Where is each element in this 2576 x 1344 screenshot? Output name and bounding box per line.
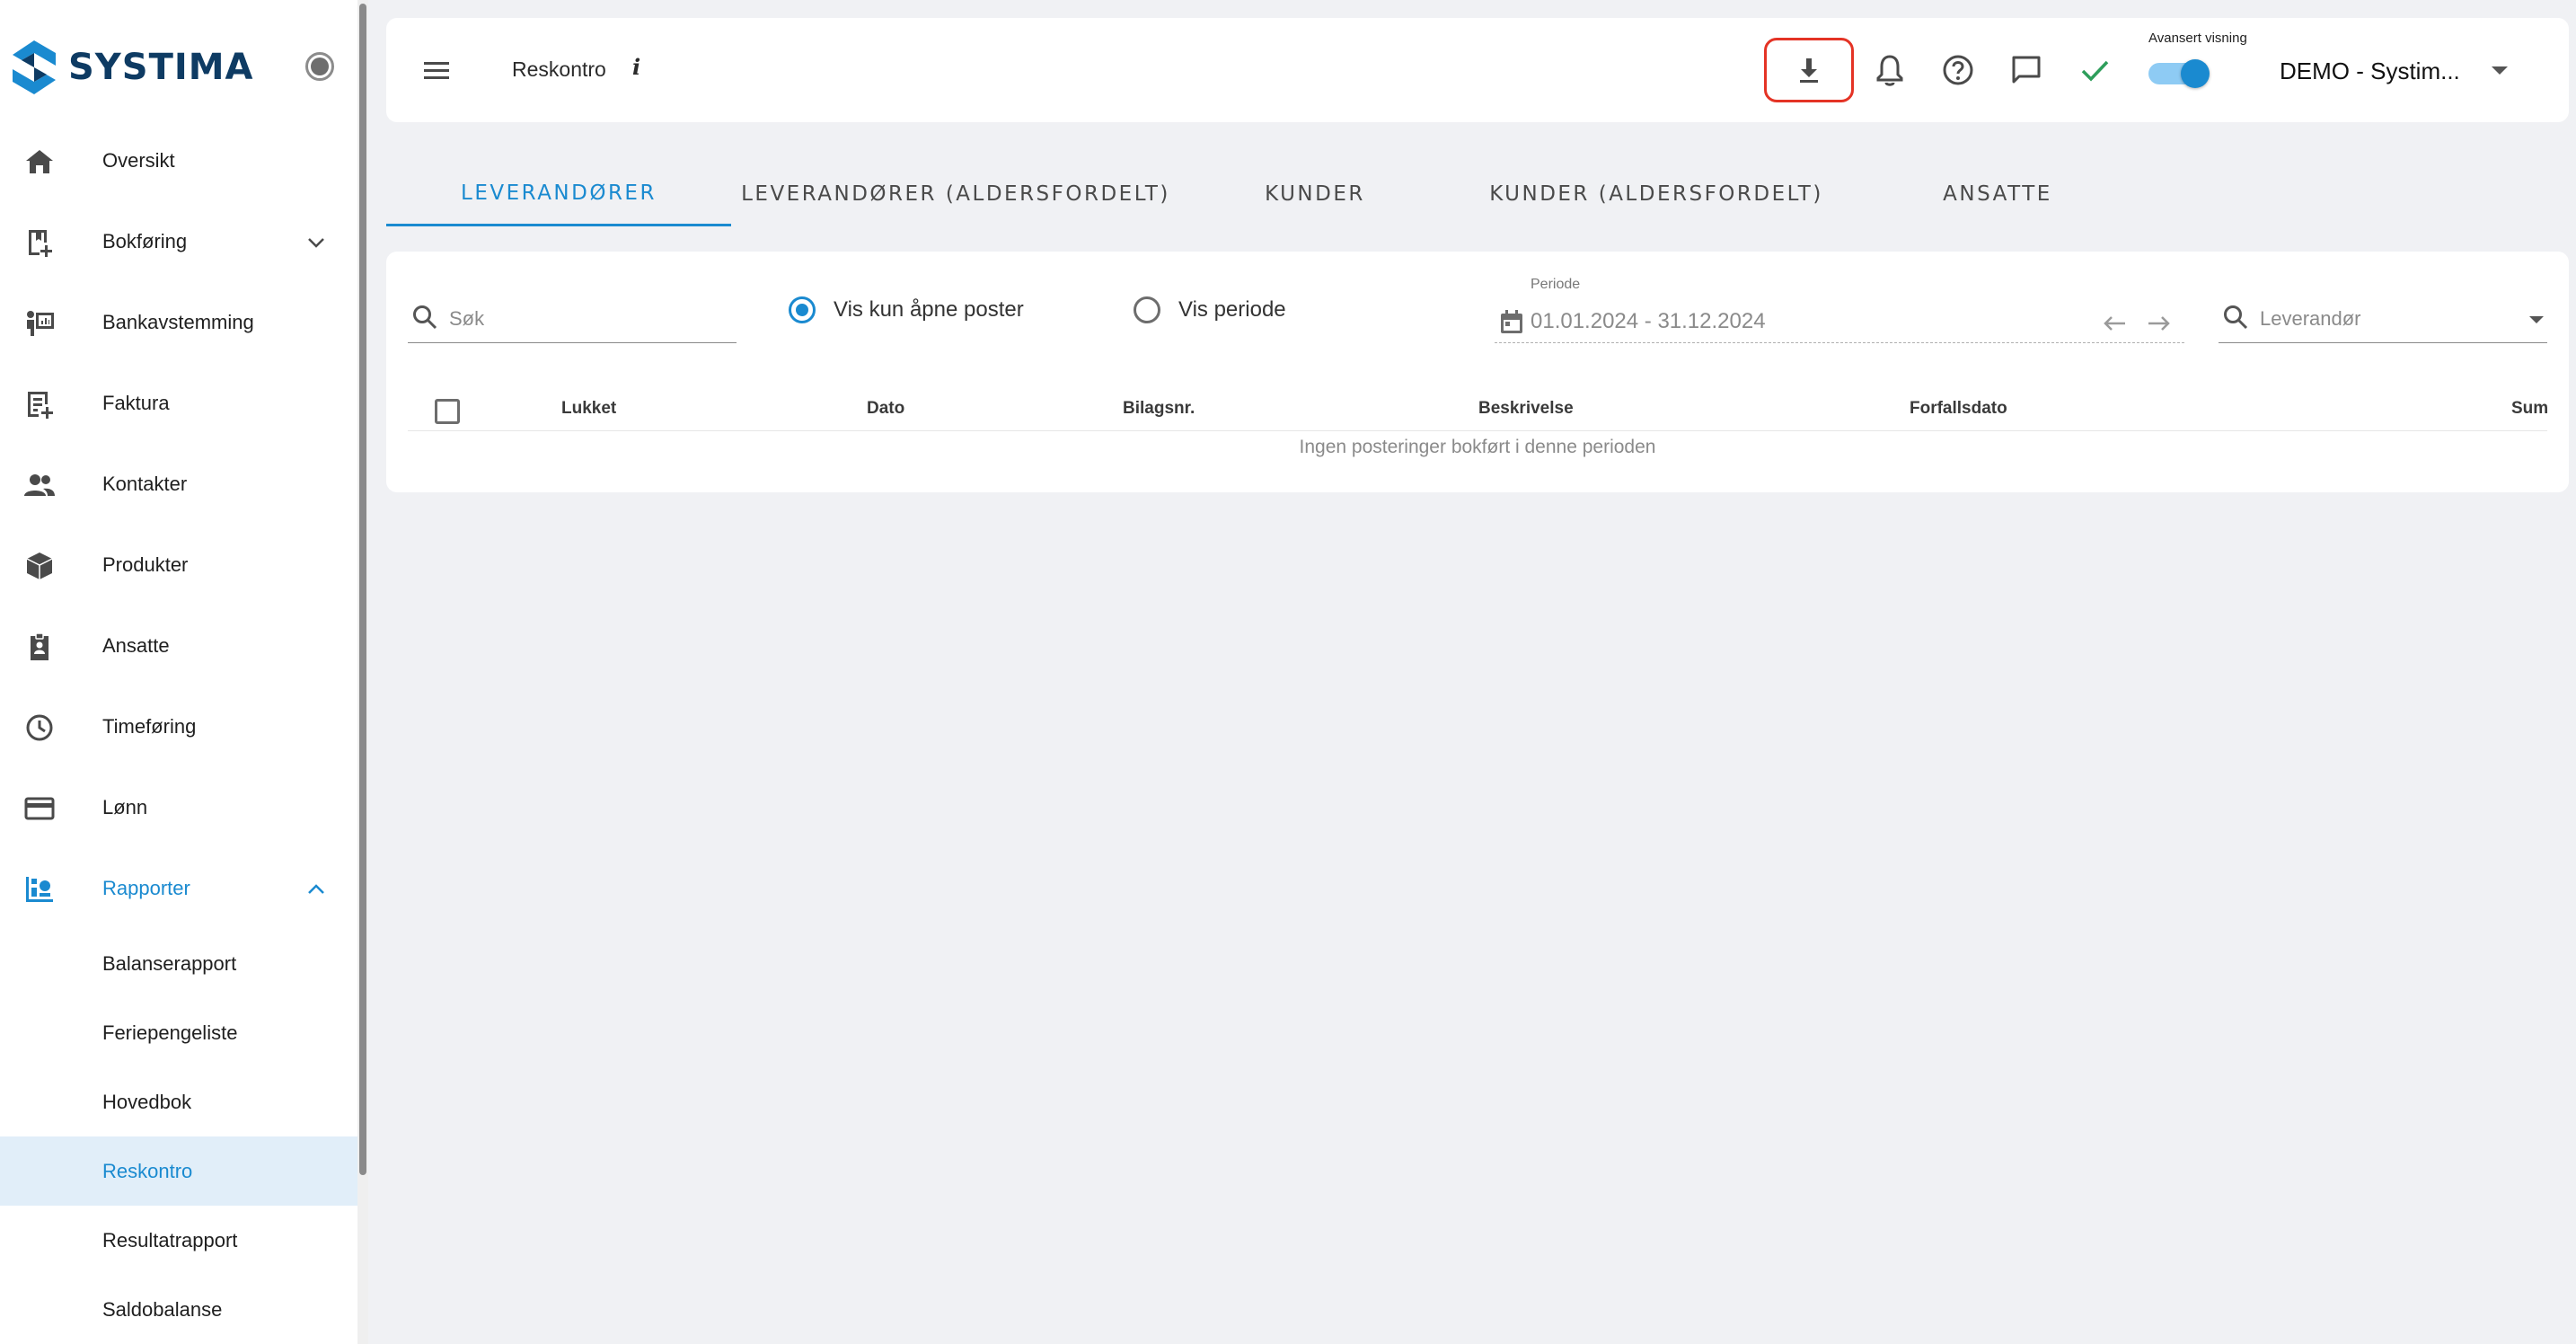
sidebar-item-bankavstemming[interactable]: Bankavstemming xyxy=(0,282,357,363)
tab-kunder[interactable]: KUNDER xyxy=(1180,162,1450,226)
radio-open-posts[interactable]: Vis kun åpne poster xyxy=(789,296,1024,323)
card-icon xyxy=(24,797,55,820)
column-header-forfallsdato[interactable]: Forfallsdato xyxy=(1910,399,2007,419)
radio-label: Vis kun åpne poster xyxy=(834,297,1024,322)
sidebar-item-rapporter[interactable]: Rapporter xyxy=(0,848,357,929)
sidebar-item-produkter[interactable]: Produkter xyxy=(0,525,357,606)
supplier-input[interactable] xyxy=(2260,305,2502,332)
book-plus-icon xyxy=(29,230,52,257)
reskontro-tabs: LEVERANDØRER LEVERANDØRER (ALDERSFORDELT… xyxy=(386,162,2569,226)
sidebar-item-oversikt[interactable]: Oversikt xyxy=(0,120,357,201)
menu-icon[interactable] xyxy=(422,59,451,81)
period-label: Periode xyxy=(1531,277,1581,292)
sidebar-item-timeforing[interactable]: Timeføring xyxy=(0,686,357,767)
radio-label: Vis periode xyxy=(1178,297,1286,322)
company-selector[interactable]: DEMO - Systim... xyxy=(2280,57,2460,85)
advanced-view-label: Avansert visning xyxy=(2148,31,2247,46)
search-input[interactable] xyxy=(449,305,728,332)
sidebar-subitem-balanserapport[interactable]: Balanserapport xyxy=(0,929,357,998)
sidebar-item-kontakter[interactable]: Kontakter xyxy=(0,444,357,525)
bell-icon[interactable] xyxy=(1872,52,1908,88)
sidebar-scrollbar-thumb[interactable] xyxy=(359,4,366,1175)
table-empty-message: Ingen posteringer bokført i denne period… xyxy=(1299,437,1656,457)
ledger-card: Vis kun åpne poster Vis periode Periode … xyxy=(386,252,2569,492)
download-button[interactable] xyxy=(1764,38,1854,102)
sidebar-item-label: Ansatte xyxy=(102,634,170,657)
radio-circle xyxy=(789,296,816,323)
reports-icon xyxy=(26,877,53,902)
invoice-icon xyxy=(28,392,53,419)
radio-circle xyxy=(1134,296,1160,323)
search-icon xyxy=(2224,305,2248,330)
sidebar-subitem-saldobalanse[interactable]: Saldobalanse xyxy=(0,1275,357,1344)
download-icon xyxy=(1800,58,1818,83)
sidebar-subitem-feriepengeliste[interactable]: Feriepengeliste xyxy=(0,998,357,1067)
select-all-checkbox[interactable] xyxy=(435,399,460,424)
tab-leverandorer[interactable]: LEVERANDØRER xyxy=(386,162,731,226)
sidebar-item-label: Oversikt xyxy=(102,149,175,172)
advanced-view-toggle[interactable] xyxy=(2145,57,2210,88)
sidebar-subitem-resultatrapport[interactable]: Resultatrapport xyxy=(0,1206,357,1275)
top-bar: Reskontro i Avansert visning DEMO - Syst… xyxy=(386,18,2569,122)
period-field[interactable]: Periode 01.01.2024 - 31.12.2024 xyxy=(1495,277,2184,343)
reports-subnav: Balanserapport Feriepengeliste Hovedbok … xyxy=(0,929,357,1344)
caret-down-icon[interactable] xyxy=(2492,66,2508,75)
sidebar-item-bokforing[interactable]: Bokføring xyxy=(0,201,357,282)
help-icon[interactable] xyxy=(1940,52,1976,88)
sidebar-subitem-hovedbok[interactable]: Hovedbok xyxy=(0,1067,357,1136)
supplier-select xyxy=(2219,298,2547,343)
brand-logo[interactable]: SYSTIMA xyxy=(11,36,254,99)
sidebar-scroll-area: SYSTIMA Oversikt Bokføring Bankavstemmin… xyxy=(0,0,357,1344)
tab-leverandorer-aldersfordelt[interactable]: LEVERANDØRER (ALDERSFORDELT) xyxy=(731,162,1180,226)
toggle-knob xyxy=(2181,59,2210,88)
systima-logo-icon xyxy=(13,40,56,94)
check-icon[interactable] xyxy=(2077,52,2113,88)
sidebar-item-label: Lønn xyxy=(102,796,148,818)
bank-reconcile-icon xyxy=(27,311,54,336)
column-header-lukket[interactable]: Lukket xyxy=(561,399,616,419)
search-field xyxy=(408,298,737,343)
sidebar-nav: Oversikt Bokføring Bankavstemming Faktur… xyxy=(0,120,357,1344)
box-icon xyxy=(26,553,53,579)
column-header-beskrivelse[interactable]: Beskrivelse xyxy=(1478,399,1574,419)
sidebar-item-label: Faktura xyxy=(102,392,170,414)
clock-icon xyxy=(26,714,53,741)
people-icon xyxy=(24,474,55,496)
brand-name: SYSTIMA xyxy=(68,47,254,88)
caret-down-icon[interactable] xyxy=(2529,316,2544,323)
home-icon xyxy=(26,150,53,173)
radio-period[interactable]: Vis periode xyxy=(1134,296,1286,323)
sidebar-item-label: Rapporter xyxy=(102,877,190,899)
sidebar-item-faktura[interactable]: Faktura xyxy=(0,363,357,444)
sidebar-item-label: Kontakter xyxy=(102,473,188,495)
sidebar: SYSTIMA Oversikt Bokføring Bankavstemmin… xyxy=(0,0,368,1344)
theme-toggle-icon[interactable] xyxy=(305,52,334,81)
sidebar-item-label: Produkter xyxy=(102,553,189,576)
column-header-bilagsnr[interactable]: Bilagsnr. xyxy=(1123,399,1195,419)
column-header-dato[interactable]: Dato xyxy=(867,399,904,419)
page-title: Reskontro xyxy=(512,57,606,81)
period-value: 01.01.2024 - 31.12.2024 xyxy=(1531,309,1766,333)
info-icon[interactable]: i xyxy=(632,54,640,80)
arrow-right-icon[interactable] xyxy=(2147,314,2172,332)
table-header: Lukket Dato Bilagsnr. Beskrivelse Forfal… xyxy=(408,386,2548,431)
column-header-sum[interactable]: Sum xyxy=(2511,399,2548,419)
search-icon xyxy=(413,305,437,330)
chat-icon[interactable] xyxy=(2008,52,2044,88)
sidebar-subitem-reskontro[interactable]: Reskontro xyxy=(0,1136,357,1206)
sidebar-item-ansatte[interactable]: Ansatte xyxy=(0,606,357,686)
sidebar-item-label: Bankavstemming xyxy=(102,311,254,333)
tab-ansatte[interactable]: ANSATTE xyxy=(1863,162,2132,226)
sidebar-item-lonn[interactable]: Lønn xyxy=(0,767,357,848)
sidebar-item-label: Timeføring xyxy=(102,715,197,738)
tab-kunder-aldersfordelt[interactable]: KUNDER (ALDERSFORDELT) xyxy=(1450,162,1863,226)
chevron-down-icon[interactable] xyxy=(305,232,327,253)
arrow-left-icon[interactable] xyxy=(2102,314,2127,332)
chevron-up-icon[interactable] xyxy=(305,879,327,900)
sidebar-item-label: Bokføring xyxy=(102,230,188,252)
badge-icon xyxy=(31,632,49,660)
calendar-icon xyxy=(1501,310,1522,333)
